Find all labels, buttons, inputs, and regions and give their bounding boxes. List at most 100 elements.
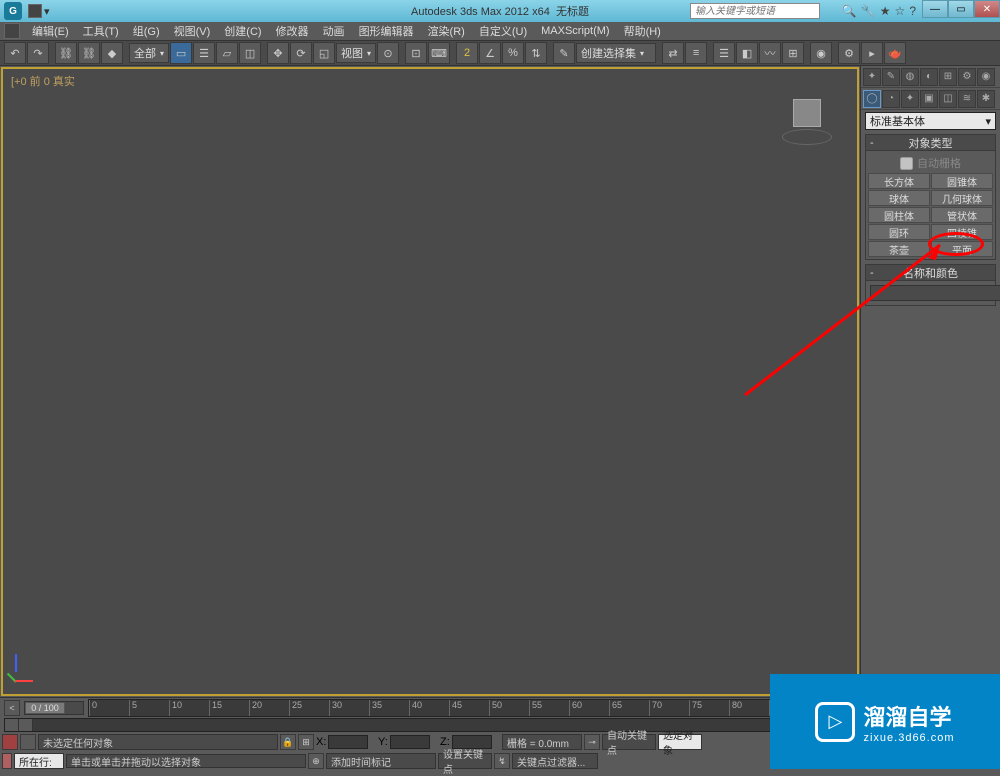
tools-icon-7[interactable]: ◉ bbox=[977, 68, 995, 86]
timeline-config-button[interactable]: < bbox=[4, 700, 20, 716]
obj-geosphere-button[interactable]: 几何球体 bbox=[931, 190, 993, 206]
tools-icon-5[interactable]: ⊞ bbox=[939, 68, 957, 86]
macro-rec-button[interactable] bbox=[2, 753, 12, 769]
star-icon[interactable]: ★ bbox=[880, 4, 891, 18]
tools-icon-4[interactable]: ◐ bbox=[920, 68, 938, 86]
close-button[interactable]: ✕ bbox=[974, 0, 1000, 18]
shapes-tab-icon[interactable]: ◔ bbox=[882, 90, 900, 108]
rotate-button[interactable]: ⟳ bbox=[290, 42, 312, 64]
binoculars-icon[interactable]: 🔍 bbox=[842, 4, 857, 18]
lights-tab-icon[interactable]: ✦ bbox=[901, 90, 919, 108]
obj-cylinder-button[interactable]: 圆柱体 bbox=[868, 207, 930, 223]
tools-icon-1[interactable]: ✦ bbox=[863, 68, 881, 86]
scale-button[interactable]: ◱ bbox=[313, 42, 335, 64]
tools-icon-6[interactable]: ⚙ bbox=[958, 68, 976, 86]
trackbar-btn-2[interactable] bbox=[19, 719, 33, 731]
wrench-icon[interactable]: 🔧 bbox=[861, 4, 876, 18]
trackbar-btn-1[interactable] bbox=[5, 719, 19, 731]
helpers-tab-icon[interactable]: ◫ bbox=[939, 90, 957, 108]
menu-grip-icon[interactable] bbox=[4, 23, 20, 39]
viewport-label[interactable]: [+0 前 0 真实 bbox=[11, 73, 75, 89]
obj-plane-button[interactable]: 平面 bbox=[931, 241, 993, 257]
lock-selection-button[interactable]: 🔒 bbox=[280, 734, 296, 750]
rollout-header-namecolor[interactable]: -名称和颜色 bbox=[866, 265, 995, 281]
material-editor-button[interactable]: ◉ bbox=[810, 42, 832, 64]
search-input[interactable] bbox=[690, 3, 820, 19]
menu-modifiers[interactable]: 修改器 bbox=[270, 23, 315, 39]
tools-icon-3[interactable]: ◍ bbox=[901, 68, 919, 86]
menu-edit[interactable]: 编辑(E) bbox=[26, 23, 75, 39]
help-icon[interactable]: ? bbox=[909, 4, 916, 18]
snap-percent-button[interactable]: % bbox=[502, 42, 524, 64]
menu-create[interactable]: 创建(C) bbox=[218, 23, 267, 39]
curve-editor-button[interactable]: 〰 bbox=[759, 42, 781, 64]
menu-tools[interactable]: 工具(T) bbox=[77, 23, 125, 39]
selection-filter-dropdown[interactable]: 全部 bbox=[129, 43, 169, 63]
snap-2d-button[interactable]: 2 bbox=[456, 42, 478, 64]
manipulate-button[interactable]: ⊡ bbox=[405, 42, 427, 64]
key-filters-icon[interactable]: ↯ bbox=[494, 753, 510, 769]
spinner-snap-button[interactable]: ⇅ bbox=[525, 42, 547, 64]
mirror-button[interactable]: ⇄ bbox=[662, 42, 684, 64]
cameras-tab-icon[interactable]: ▣ bbox=[920, 90, 938, 108]
render-button[interactable]: 🫖 bbox=[884, 42, 906, 64]
snap-angle-button[interactable]: ∠ bbox=[479, 42, 501, 64]
setkey-button[interactable]: 设置关键点 bbox=[438, 753, 492, 769]
render-frame-button[interactable]: ▸ bbox=[861, 42, 883, 64]
obj-sphere-button[interactable]: 球体 bbox=[868, 190, 930, 206]
obj-cone-button[interactable]: 圆锥体 bbox=[931, 173, 993, 189]
rollout-header-objtype[interactable]: -对象类型 bbox=[866, 135, 995, 151]
obj-teapot-button[interactable]: 茶壶 bbox=[868, 241, 930, 257]
time-slider[interactable]: 0 / 100 bbox=[24, 701, 84, 715]
menu-group[interactable]: 组(G) bbox=[127, 23, 166, 39]
schematic-button[interactable]: ⊞ bbox=[782, 42, 804, 64]
bind-button[interactable]: ◆ bbox=[101, 42, 123, 64]
menu-view[interactable]: 视图(V) bbox=[168, 23, 217, 39]
obj-pyramid-button[interactable]: 四棱锥 bbox=[931, 224, 993, 240]
pivot-button[interactable]: ⊙ bbox=[377, 42, 399, 64]
select-region-button[interactable]: ▱ bbox=[216, 42, 238, 64]
script-mini-button[interactable] bbox=[20, 734, 36, 750]
autokey-button[interactable]: 自动关键点 bbox=[602, 734, 656, 750]
named-selection-dropdown[interactable]: 创建选择集 bbox=[576, 43, 656, 63]
select-button[interactable]: ▭ bbox=[170, 42, 192, 64]
obj-box-button[interactable]: 长方体 bbox=[868, 173, 930, 189]
undo-button[interactable]: ↶ bbox=[4, 42, 26, 64]
maximize-button[interactable]: ▭ bbox=[948, 0, 974, 18]
viewport-front[interactable]: [+0 前 0 真实 bbox=[1, 67, 859, 696]
ref-coord-dropdown[interactable]: 视图 bbox=[336, 43, 376, 63]
menu-grapheditors[interactable]: 图形编辑器 bbox=[353, 23, 420, 39]
select-by-name-button[interactable]: ☰ bbox=[193, 42, 215, 64]
minimize-button[interactable]: — bbox=[922, 0, 948, 18]
add-time-tag[interactable]: 添加时间标记 bbox=[326, 753, 436, 769]
qat-dropdown-icon[interactable]: ▾ bbox=[44, 5, 54, 18]
primitive-category-dropdown[interactable]: 标准基本体▾ bbox=[865, 112, 996, 130]
edit-named-sel-button[interactable]: ✎ bbox=[553, 42, 575, 64]
menu-maxscript[interactable]: MAXScript(M) bbox=[535, 25, 615, 37]
link-button[interactable]: ⛓ bbox=[55, 42, 77, 64]
timetag-icon[interactable]: ⊕ bbox=[308, 753, 324, 769]
coord-y-input[interactable] bbox=[390, 735, 430, 749]
key-mode-button[interactable]: ⊸ bbox=[584, 734, 600, 750]
keyboard-shortcut-button[interactable]: ⌨ bbox=[428, 42, 450, 64]
key-filters-button[interactable]: 关键点过滤器... bbox=[512, 753, 598, 769]
geometry-tab-icon[interactable]: ◯ bbox=[863, 90, 881, 108]
menu-rendering[interactable]: 渲染(R) bbox=[422, 23, 471, 39]
qat-btn[interactable] bbox=[28, 4, 42, 18]
viewcube[interactable] bbox=[787, 99, 827, 139]
menu-customize[interactable]: 自定义(U) bbox=[473, 23, 533, 39]
systems-tab-icon[interactable]: ✱ bbox=[977, 90, 995, 108]
obj-torus-button[interactable]: 圆环 bbox=[868, 224, 930, 240]
window-crossing-button[interactable]: ◫ bbox=[239, 42, 261, 64]
menu-animation[interactable]: 动画 bbox=[317, 23, 351, 39]
selection-set-field[interactable]: 选定对象 bbox=[658, 734, 702, 750]
coord-x-input[interactable] bbox=[328, 735, 368, 749]
layers-button[interactable]: ☰ bbox=[713, 42, 735, 64]
menu-help[interactable]: 帮助(H) bbox=[618, 23, 667, 39]
graphite-button[interactable]: ◧ bbox=[736, 42, 758, 64]
obj-tube-button[interactable]: 管状体 bbox=[931, 207, 993, 223]
favorite-icon[interactable]: ☆ bbox=[895, 4, 906, 18]
redo-button[interactable]: ↷ bbox=[27, 42, 49, 64]
abs-rel-button[interactable]: ⊞ bbox=[298, 734, 314, 750]
unlink-button[interactable]: ⛓ bbox=[78, 42, 100, 64]
